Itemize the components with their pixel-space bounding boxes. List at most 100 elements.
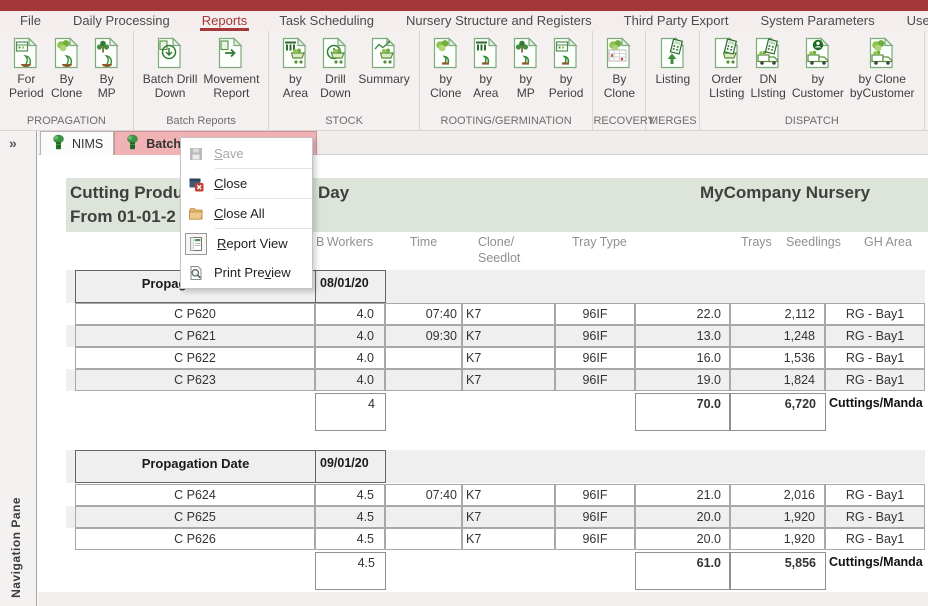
menu-tab-reports[interactable]: Reports <box>200 11 250 31</box>
ribbon-button-by-mp[interactable]: by MP <box>506 36 546 101</box>
ribbon-group-recovery: By CloneRECOVERY <box>593 31 646 130</box>
cell-time: 09:30 <box>385 325 462 347</box>
cell-trays: 16.0 <box>635 347 730 369</box>
ribbon-button-by-clone-bycustomer[interactable]: by Clone byCustomer <box>847 36 918 101</box>
navigation-pane-collapsed[interactable]: » Navigation Pane <box>0 131 37 606</box>
ribbon-button-label: By Clone <box>604 72 635 101</box>
ribbon-button-by-customer[interactable]: by Customer <box>789 36 847 101</box>
ribbon-button-by-clone[interactable]: By Clone <box>47 36 87 101</box>
ribbon-button-for-period[interactable]: For Period <box>6 36 47 101</box>
total-trays-box: 70.0 <box>635 393 730 431</box>
ribbon-button-by-clone[interactable]: by Clone <box>426 36 466 101</box>
ribbon-button-label: by Period <box>549 72 584 101</box>
cell-seedlings: 1,920 <box>730 528 825 550</box>
cell-gh_area: RG - Bay1 <box>825 369 925 391</box>
column-header-gh_area: GH Area <box>864 234 919 250</box>
menu-tab-daily-processing[interactable]: Daily Processing <box>71 11 172 31</box>
cell-tray_type: 96IF <box>555 347 635 369</box>
ribbon-group-rooting-germination: by Cloneby Areaby MPby Period ROOTING/GER… <box>420 31 594 130</box>
cell-seedlings: 1,248 <box>730 325 825 347</box>
menu-tab-task-scheduling[interactable]: Task Scheduling <box>277 11 376 31</box>
ribbon-button-label: By MP <box>98 72 116 101</box>
ribbon-button-by-clone[interactable]: By Clone <box>599 36 639 101</box>
ribbon-group-label: MERGES <box>646 115 699 127</box>
context-menu-item-close-all[interactable]: Close All <box>181 199 312 228</box>
context-menu-item-print-preview[interactable]: Print Preview <box>181 258 312 287</box>
cell-clone: K7 <box>462 528 555 550</box>
cell-clone: K7 <box>462 369 555 391</box>
menu-tab-third-party-export[interactable]: Third Party Export <box>622 11 731 31</box>
dispatch-clone-customer-icon <box>865 36 899 70</box>
total-workers-box: 4.5 <box>315 552 386 590</box>
menu-tab-nursery-structure-and-registers[interactable]: Nursery Structure and Registers <box>404 11 594 31</box>
total-note: Cuttings/Manda <box>829 393 928 415</box>
total-note: Cuttings/Manda <box>829 552 928 574</box>
column-header-workers: Workers <box>315 234 385 250</box>
cell-trays: 13.0 <box>635 325 730 347</box>
report-period-plant-icon <box>9 36 43 70</box>
ribbon-button-by-area[interactable]: by Area <box>466 36 506 101</box>
cell-trays: 21.0 <box>635 484 730 506</box>
stock-drill-down-icon <box>318 36 352 70</box>
document-tab-nims[interactable]: NIMS <box>40 131 114 155</box>
menu-tab-file[interactable]: File <box>18 11 43 31</box>
ribbon-button-label: By Clone <box>51 72 82 101</box>
cell-seedlings: 2,016 <box>730 484 825 506</box>
ribbon-button-label: by Clone byCustomer <box>850 72 915 101</box>
cell-trays: 20.0 <box>635 528 730 550</box>
context-menu-item-report-view[interactable]: Report View <box>181 229 312 258</box>
cell-time: 07:40 <box>385 303 462 325</box>
merges-listing-icon <box>656 36 690 70</box>
ribbon-button-order-listing[interactable]: Order LIsting <box>706 36 747 101</box>
menu-tab-system-parameters[interactable]: System Parameters <box>758 11 876 31</box>
total-seedlings-box: 5,856 <box>730 552 826 590</box>
report-mp-plant-icon <box>90 36 124 70</box>
folder-icon <box>188 206 204 222</box>
total-seedlings-box: 6,720 <box>730 393 826 431</box>
dispatch-customer-icon <box>801 36 835 70</box>
cell-tray_type: 96IF <box>555 506 635 528</box>
navigation-pane-label[interactable]: Navigation Pane <box>9 497 23 598</box>
ribbon-button-by-area[interactable]: by Area <box>275 36 315 101</box>
cell-trays: 20.0 <box>635 506 730 528</box>
column-header-clone: Clone/ Seedlot <box>478 234 558 266</box>
ribbon-button-by-period[interactable]: by Period <box>546 36 587 101</box>
cell-clone: K7 <box>462 484 555 506</box>
ribbon-button-dn-listing[interactable]: DN LIsting <box>747 36 788 101</box>
ribbon-button-batch-drill-down[interactable]: Batch Drill Down <box>140 36 201 101</box>
group-header-date-box: 08/01/20 <box>315 270 386 303</box>
cell-workers: 4.5 <box>315 528 385 550</box>
ribbon-button-label: by Customer <box>792 72 844 101</box>
menu-tab-user-admin[interactable]: User Admin <box>905 11 928 31</box>
document-tab-label: NIMS <box>72 137 103 151</box>
cell-batch: C P621 <box>75 325 315 347</box>
ribbon-group-propagation: For PeriodBy Clone By MP PROPAGATION <box>0 31 134 130</box>
expand-nav-pane-icon[interactable]: » <box>9 135 17 151</box>
ribbon-button-by-mp[interactable]: By MP <box>87 36 127 101</box>
print-preview-icon <box>188 265 204 281</box>
ribbon-button-label: Drill Down <box>320 72 351 101</box>
report-view-icon <box>188 236 204 252</box>
application-window: File Daily Processing Reports Task Scheduli… <box>0 0 928 606</box>
ribbon-button-label: DN LIsting <box>750 72 785 101</box>
report-title-right: Day <box>318 183 349 203</box>
group-header-label-box: Propagation Date <box>75 450 316 483</box>
ribbon-button-listing[interactable]: Listing <box>652 36 693 86</box>
titlebar-strip <box>0 0 928 11</box>
ribbon-button-label: Summary <box>358 72 409 86</box>
context-menu-item-close[interactable]: Close <box>181 169 312 198</box>
cell-time: 07:40 <box>385 484 462 506</box>
ribbon-button-movement-report[interactable]: Movement Report <box>200 36 262 101</box>
group-header-date-box: 09/01/20 <box>315 450 386 483</box>
ribbon-button-summary[interactable]: Summary <box>355 36 412 86</box>
context-menu-item-label: Close <box>214 176 247 191</box>
plant-icon <box>125 134 140 153</box>
ribbon-button-drill-down[interactable]: Drill Down <box>315 36 355 101</box>
ribbon-group-label: PROPAGATION <box>0 115 133 127</box>
cell-clone: K7 <box>462 347 555 369</box>
cell-seedlings: 2,112 <box>730 303 825 325</box>
ribbon-button-label: by Clone <box>430 72 461 101</box>
ribbon-group-label: ROOTING/GERMINATION <box>420 115 593 127</box>
cell-tray_type: 96IF <box>555 303 635 325</box>
cell-time <box>385 369 462 391</box>
